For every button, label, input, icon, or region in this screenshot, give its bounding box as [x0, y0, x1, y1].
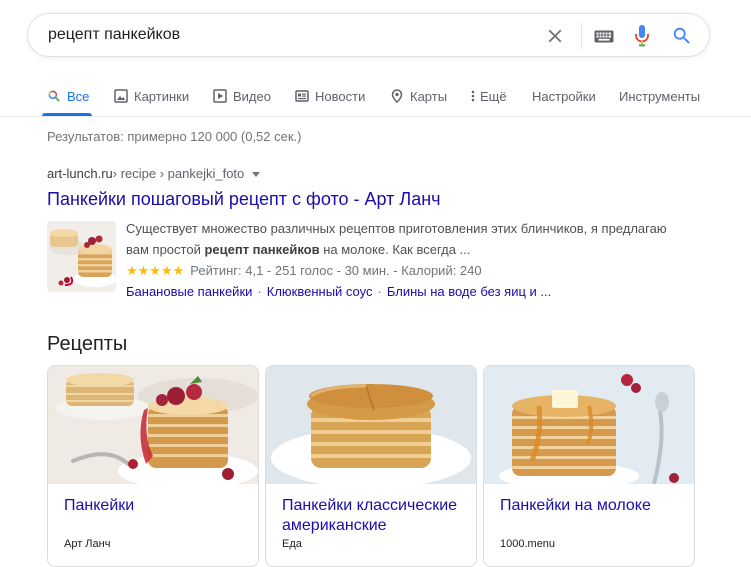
tab-label: Картинки: [134, 88, 190, 104]
rating-row: ★★★★★ Рейтинг: 4,1 - 251 голос - 30 мин.…: [126, 261, 482, 281]
close-icon[interactable]: [544, 25, 566, 47]
tab-label: Все: [67, 88, 90, 104]
result-stats: Результатов: примерно 120 000 (0,52 сек.…: [47, 129, 302, 144]
microphone-icon[interactable]: [634, 24, 650, 48]
recipe-card[interactable]: Панкейки Арт Ланч: [47, 365, 259, 567]
result-path: › recipe › pankejki_foto: [112, 166, 245, 181]
recipe-card[interactable]: Панкейки классические американские Еда: [265, 365, 477, 567]
snippet-text: на молоке. Как всегда ...: [319, 242, 471, 257]
recipe-title[interactable]: Панкейки классические американские: [282, 496, 467, 536]
recipe-source: Еда: [282, 538, 302, 550]
active-tab-indicator: [42, 113, 92, 116]
separator-dot: ·: [257, 284, 262, 299]
recipe-title[interactable]: Панкейки на молоке: [500, 496, 685, 516]
tab-news[interactable]: Новости: [295, 84, 365, 108]
map-pin-icon: [391, 89, 403, 103]
tab-video[interactable]: Видео: [213, 84, 271, 108]
recipe-image: [48, 366, 258, 484]
separator-dot: ·: [377, 284, 382, 299]
result-breadcrumb[interactable]: art-lunch.ru › recipe › pankejki_foto: [47, 166, 261, 181]
recipe-image: [266, 366, 476, 484]
tab-label: Инструменты: [619, 88, 701, 104]
star-rating-icon: ★★★★★: [126, 263, 185, 278]
play-icon: [213, 89, 227, 103]
tab-label: Настройки: [532, 88, 596, 104]
tab-tools[interactable]: Инструменты: [619, 84, 700, 108]
search-box[interactable]: рецепт панкейков: [27, 13, 710, 57]
recipe-image: [484, 366, 694, 484]
newspaper-icon: [295, 90, 309, 102]
search-icon[interactable]: [671, 25, 693, 47]
sitelink[interactable]: Клюквенный соус: [267, 284, 373, 299]
sitelink[interactable]: Блины на воде без яиц и ...: [387, 284, 551, 299]
tab-settings[interactable]: Настройки: [532, 84, 596, 108]
recipe-card[interactable]: Панкейки на молоке 1000.menu: [483, 365, 695, 567]
sitelink[interactable]: Банановые панкейки: [126, 284, 252, 299]
keyboard-icon[interactable]: [594, 30, 614, 43]
recipe-title[interactable]: Панкейки: [64, 496, 249, 516]
search-icon: [48, 90, 60, 102]
result-snippet: Существует множество различных рецептов …: [126, 218, 686, 260]
result-thumbnail[interactable]: [47, 221, 116, 292]
tab-images[interactable]: Картинки: [114, 84, 189, 108]
sitelinks: Банановые панкейки · Клюквенный соус · Б…: [126, 284, 551, 299]
result-title-link[interactable]: Панкейки пошаговый рецепт с фото - Арт Л…: [47, 189, 441, 210]
more-vert-icon: [471, 90, 475, 102]
image-icon: [114, 89, 128, 103]
result-domain: art-lunch.ru: [47, 166, 113, 181]
chevron-down-icon[interactable]: [252, 171, 261, 177]
search-tabs: Все Картинки Видео Новости Карты Ещё Нас…: [0, 80, 751, 117]
tab-label: Новости: [315, 88, 366, 104]
tab-all[interactable]: Все: [47, 84, 89, 108]
rating-text: Рейтинг: 4,1 - 251 голос - 30 мин. - Кал…: [190, 263, 482, 278]
tab-label: Ещё: [480, 88, 507, 104]
recipe-source: 1000.menu: [500, 538, 556, 550]
snippet-highlight: рецепт панкейков: [204, 242, 320, 257]
tab-label: Видео: [233, 88, 271, 104]
recipe-source: Арт Ланч: [64, 538, 111, 550]
search-input[interactable]: рецепт панкейков: [48, 26, 180, 44]
tab-maps[interactable]: Карты: [390, 84, 447, 108]
divider: [581, 23, 582, 49]
tab-label: Карты: [410, 88, 448, 104]
recipes-heading: Рецепты: [47, 333, 128, 355]
tab-more[interactable]: Ещё: [470, 84, 507, 108]
